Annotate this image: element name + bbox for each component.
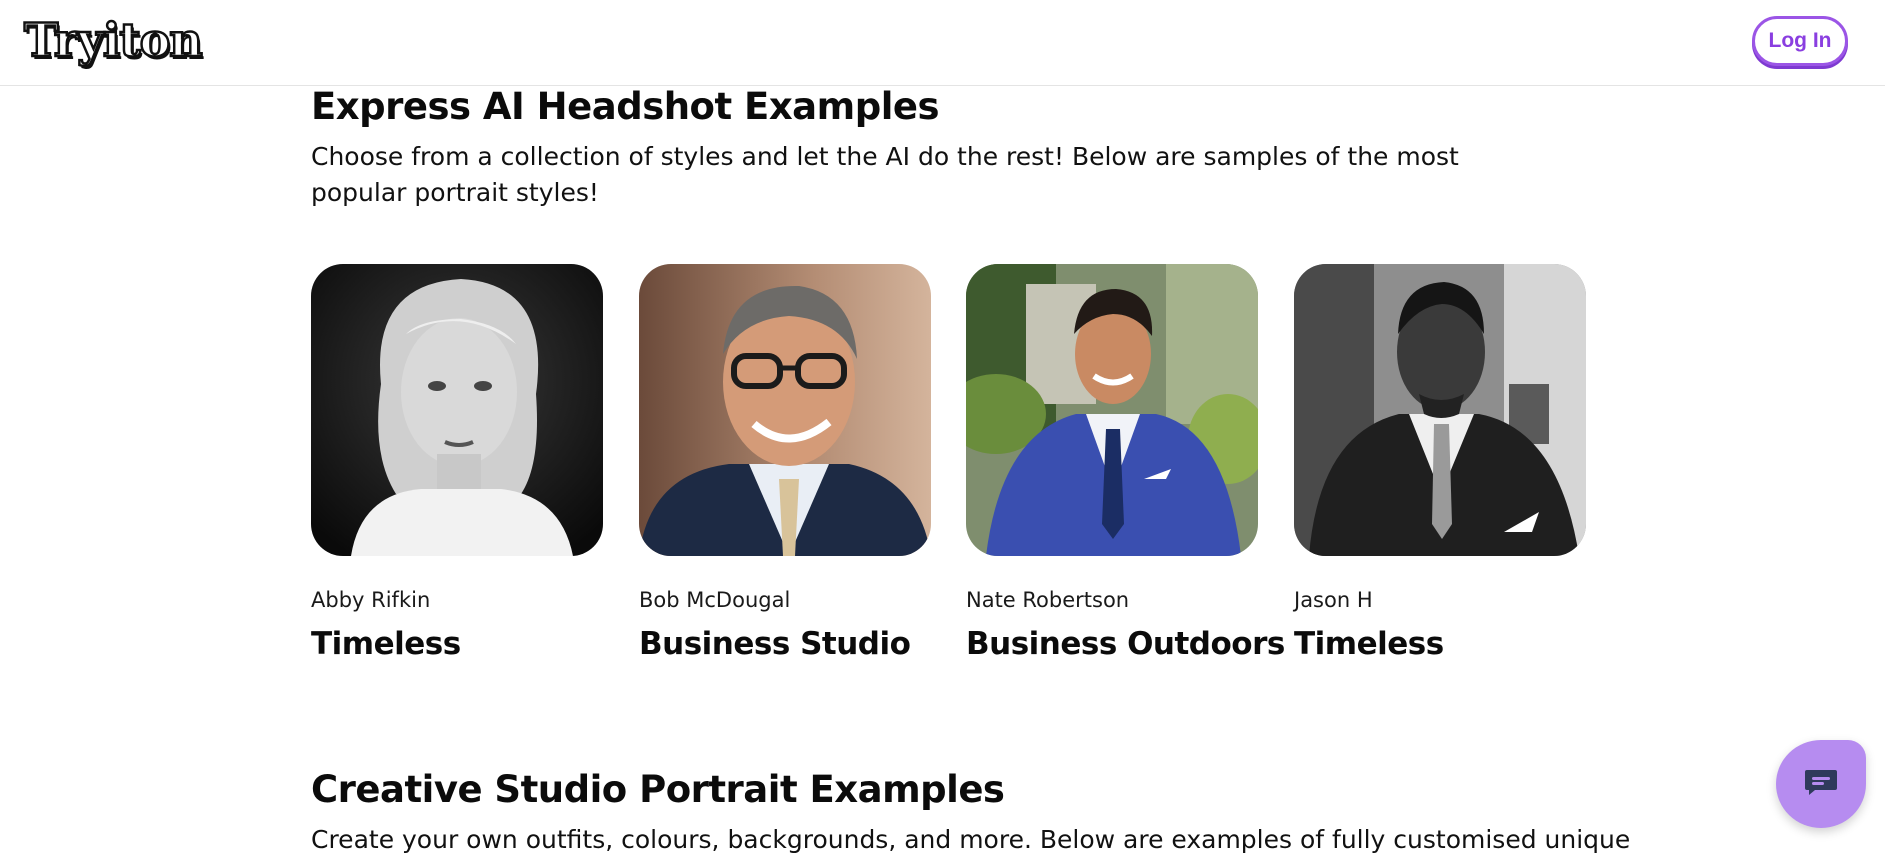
style-label: Timeless — [311, 626, 461, 662]
portrait-image — [311, 264, 603, 556]
portrait-image — [639, 264, 931, 556]
section-title: Express AI Headshot Examples — [311, 85, 940, 128]
example-card[interactable]: Bob McDougal Business Studio — [639, 264, 931, 662]
style-label: Timeless — [1294, 626, 1444, 662]
person-name: Nate Robertson — [966, 588, 1130, 612]
example-card[interactable]: Nate Robertson Business Outdoors — [966, 264, 1285, 662]
example-card[interactable]: Abby Rifkin Timeless — [311, 264, 603, 662]
express-section: Express AI Headshot Examples Choose from… — [311, 84, 1591, 211]
section-title: Creative Studio Portrait Examples — [311, 768, 1005, 811]
example-card[interactable]: Jason H Timeless — [1294, 264, 1586, 662]
person-name: Abby Rifkin — [311, 588, 431, 612]
person-name: Bob McDougal — [639, 588, 791, 612]
chat-icon — [1803, 768, 1839, 800]
top-header: Tryiton Log In — [0, 0, 1885, 86]
portrait-image — [966, 264, 1258, 556]
login-button[interactable]: Log In — [1752, 16, 1848, 66]
person-name: Jason H — [1294, 588, 1373, 612]
style-label: Business Studio — [639, 626, 911, 662]
creative-section: Creative Studio Portrait Examples Create… — [311, 767, 1630, 858]
examples-grid: Abby Rifkin Timeless Bob McDougal Busine… — [311, 264, 1611, 674]
chat-button[interactable] — [1776, 740, 1866, 828]
portrait-image — [1294, 264, 1586, 556]
style-label: Business Outdoors — [966, 626, 1285, 662]
section-description: Choose from a collection of styles and l… — [311, 142, 1459, 207]
logo[interactable]: Tryiton — [23, 12, 204, 69]
